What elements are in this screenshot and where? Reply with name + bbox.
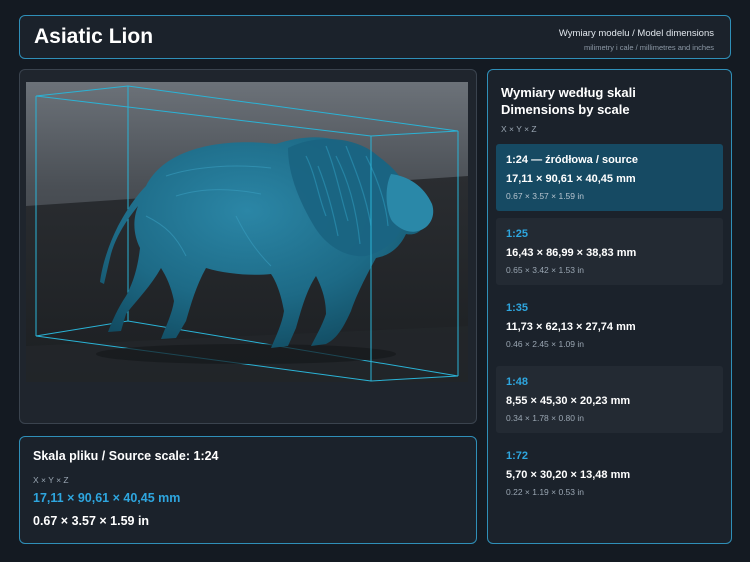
source-scale-panel: Skala pliku / Source scale: 1:24 X × Y ×…: [19, 436, 477, 544]
source-scale-title: Skala pliku / Source scale: 1:24: [33, 449, 219, 463]
scale-dimensions-mm: 17,11 × 90,61 × 40,45 mm: [506, 173, 636, 185]
scale-dimensions-mm: 5,70 × 30,20 × 13,48 mm: [506, 469, 631, 481]
scale-dimensions-in: 0.67 × 3.57 × 1.59 in: [506, 191, 584, 201]
scale-label: 1:72: [506, 450, 529, 462]
scales-title-line2: Dimensions by scale: [501, 102, 630, 117]
scale-card-1-35[interactable]: 1:35 11,73 × 62,13 × 27,74 mm 0.46 × 2.4…: [496, 292, 723, 359]
page-title: Asiatic Lion: [34, 25, 154, 48]
header-subtitle-small: milimetry i cale / millimetres and inche…: [583, 43, 714, 52]
scale-label: 1:25: [506, 228, 529, 240]
scales-title-line1: Wymiary według skali: [501, 85, 636, 100]
scales-axes-label: X × Y × Z: [501, 124, 537, 134]
scale-label: 1:35: [506, 302, 529, 314]
scale-dimensions-in: 0.22 × 1.19 × 0.53 in: [506, 487, 584, 497]
scale-dimensions-mm: 8,55 × 45,30 × 20,23 mm: [506, 395, 631, 407]
source-dimensions-in: 0.67 × 3.57 × 1.59 in: [33, 514, 150, 528]
scale-dimensions-in: 0.65 × 3.42 × 1.53 in: [506, 265, 584, 275]
header-panel: Asiatic Lion Wymiary modelu / Model dime…: [19, 15, 731, 59]
scale-card-1-24[interactable]: 1:24 — źródłowa / source 17,11 × 90,61 ×…: [496, 144, 723, 211]
scale-dimensions-in: 0.34 × 1.78 × 0.80 in: [506, 413, 584, 423]
scale-label: 1:48: [506, 376, 529, 388]
header-subtitle: Wymiary modelu / Model dimensions: [558, 28, 714, 39]
scale-card-1-25[interactable]: 1:25 16,43 × 86,99 × 38,83 mm 0.65 × 3.4…: [496, 218, 723, 285]
scale-dimensions-in: 0.46 × 2.45 × 1.09 in: [506, 339, 584, 349]
scale-dimensions-mm: 16,43 × 86,99 × 38,83 mm: [506, 247, 637, 259]
scale-card-1-48[interactable]: 1:48 8,55 × 45,30 × 20,23 mm 0.34 × 1.78…: [496, 366, 723, 433]
model-preview-panel: [19, 69, 477, 424]
lion-model-render: [26, 76, 470, 417]
scale-dimensions-mm: 11,73 × 62,13 × 27,74 mm: [506, 321, 636, 333]
scale-label: 1:24 — źródłowa / source: [506, 154, 639, 166]
scales-title: Wymiary według skali Dimensions by scale: [501, 84, 636, 118]
source-axes-label: X × Y × Z: [33, 475, 69, 485]
dimensions-by-scale-panel: Wymiary według skali Dimensions by scale…: [487, 69, 732, 544]
source-dimensions-mm: 17,11 × 90,61 × 40,45 mm: [33, 491, 181, 505]
scale-card-1-72[interactable]: 1:72 5,70 × 30,20 × 13,48 mm 0.22 × 1.19…: [496, 440, 723, 507]
